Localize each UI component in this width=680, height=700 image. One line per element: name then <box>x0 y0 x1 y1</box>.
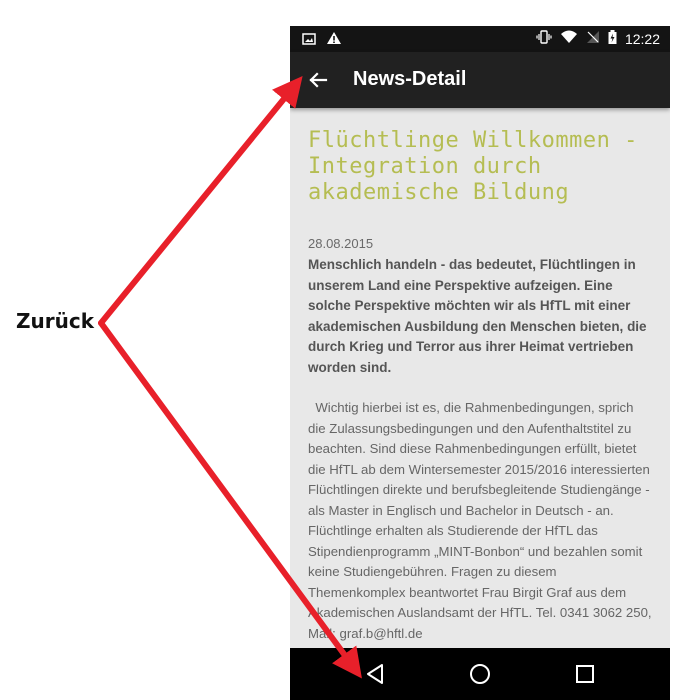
article-content[interactable]: Flüchtlinge Willkommen - Integration dur… <box>290 108 670 648</box>
phone-screen: 12:22 News-Detail Flüchtlinge Willkommen… <box>290 26 670 700</box>
nav-back-icon <box>367 664 383 684</box>
no-signal-icon <box>586 30 600 47</box>
app-bar: News-Detail <box>290 52 670 108</box>
arrow-left-icon <box>309 72 328 88</box>
nav-recents-icon <box>576 665 594 683</box>
article-lead: Menschlich handeln - das bedeutet, Flüch… <box>308 257 647 375</box>
nav-back-button[interactable] <box>362 661 388 687</box>
status-time: 12:22 <box>624 30 660 47</box>
nav-home-icon <box>470 664 490 684</box>
nav-recents-button[interactable] <box>572 661 598 687</box>
article-date: 28.08.2015 <box>308 236 374 251</box>
navigation-bar <box>290 648 670 700</box>
vibrate-icon <box>536 30 552 47</box>
image-icon <box>302 32 316 48</box>
article-headline: Flüchtlinge Willkommen - Integration dur… <box>308 128 638 205</box>
nav-home-button[interactable] <box>467 661 493 687</box>
annotation-arrow-up <box>98 75 303 326</box>
warning-icon <box>326 31 342 48</box>
back-button[interactable] <box>304 66 332 94</box>
battery-charging-icon <box>608 30 617 47</box>
screenshot-canvas: Zurück 12:22 News-Detail Flüchtlinge Wil… <box>0 0 680 700</box>
status-bar: 12:22 <box>290 26 670 52</box>
app-bar-title: News-Detail <box>353 68 467 90</box>
wifi-icon <box>560 30 578 47</box>
article-body-text: Wichtig hierbei ist es, die Rahmenbeding… <box>308 400 652 641</box>
article-body: Wichtig hierbei ist es, die Rahmenbeding… <box>308 398 652 644</box>
annotation-label: Zurück <box>16 309 94 333</box>
